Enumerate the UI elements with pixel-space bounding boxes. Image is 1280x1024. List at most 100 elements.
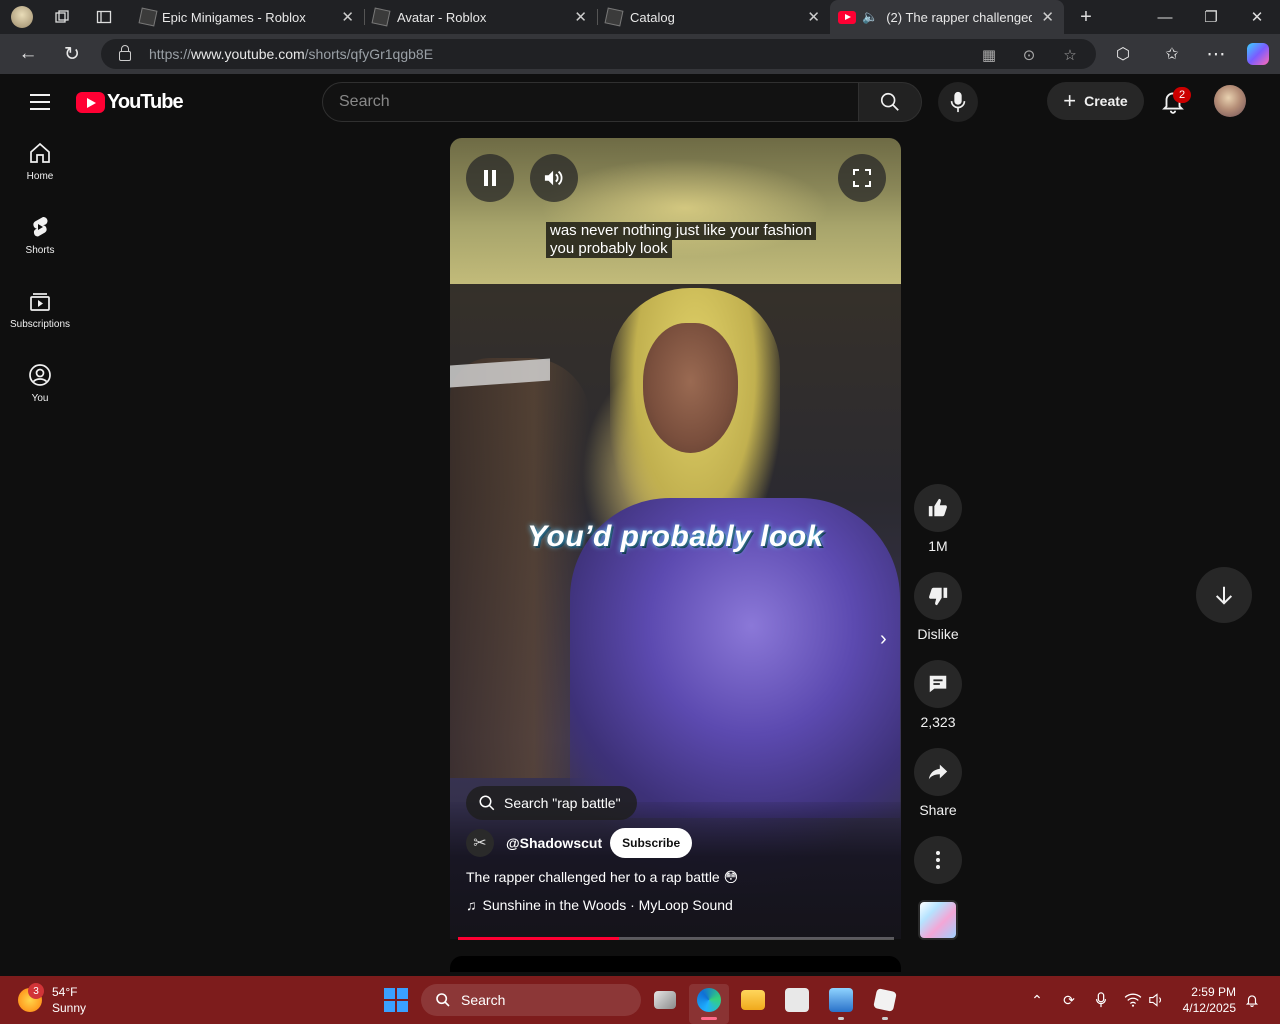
microphone-tray-icon[interactable] [1091,990,1111,1010]
voice-search-button[interactable] [938,82,978,122]
music-note-icon: ♫ [466,897,477,913]
search-icon [436,993,450,1007]
close-icon[interactable]: ✕ [574,8,587,26]
new-tab-icon[interactable]: + [1074,5,1098,29]
share-action[interactable]: Share [912,748,964,818]
favorites-icon[interactable]: ✩ [1158,40,1186,68]
back-icon[interactable]: ← [14,40,42,68]
photos-app-icon[interactable] [821,984,861,1024]
more-options-button[interactable] [914,836,962,884]
subscriptions-icon [30,292,50,311]
video-progress-bar[interactable] [458,937,894,940]
comment-count: 2,323 [920,714,956,730]
tab-catalog[interactable]: Catalog ✕ [598,0,830,34]
url-scheme: https:// [149,46,192,62]
search-suggestion-chip[interactable]: Search "rap battle" [466,786,637,820]
roblox-studio-icon[interactable] [865,984,905,1024]
favorite-star-icon[interactable]: ☆ [1059,44,1081,66]
weather-widget[interactable]: 3 54°F Sunny [18,983,86,1016]
notifications-tray-icon[interactable] [1242,990,1262,1010]
like-action[interactable]: 1M [912,484,964,554]
channel-handle[interactable]: @Shadowscut [506,835,602,851]
comments-button[interactable] [914,660,962,708]
taskbar-search[interactable]: Search [421,984,641,1016]
pause-button[interactable] [466,154,514,202]
sound-link[interactable]: ♫ Sunshine in the Woods · MyLoop Sound [466,897,733,913]
copilot-icon[interactable] [1244,40,1272,68]
system-clock[interactable]: 2:59 PM 4/12/2025 [1176,984,1236,1016]
chevron-up-icon[interactable]: ⌃ [1027,990,1047,1010]
weather-temp: 54°F [52,985,78,999]
close-icon[interactable]: ✕ [341,8,354,26]
search-button[interactable] [858,82,922,122]
arrow-down-icon [1215,586,1233,605]
dislike-button[interactable] [914,572,962,620]
restore-icon[interactable]: ❐ [1188,0,1234,34]
url-field[interactable]: https://www.youtube.com/shorts/qfyGr1qgb… [101,39,1096,69]
account-avatar[interactable] [1214,85,1246,117]
lock-icon[interactable] [119,45,131,61]
search-icon [479,795,495,811]
volume-button[interactable] [530,154,578,202]
settings-more-icon[interactable]: ⋯ [1202,40,1230,68]
file-explorer-icon[interactable] [733,984,773,1024]
roblox-icon [604,7,624,27]
shorts-video-player[interactable]: was never nothing just like your fashion… [450,138,901,939]
fullscreen-icon [853,169,871,187]
next-video-button[interactable] [1196,567,1252,623]
more-tools-icon[interactable]: ⊙ [1018,44,1040,66]
sidebar-item-shorts[interactable]: Shorts [4,198,76,272]
tab-actions-icon[interactable] [92,5,116,29]
close-icon[interactable]: ✕ [1041,8,1054,26]
user-icon [29,363,51,386]
share-button[interactable] [914,748,962,796]
refresh-icon[interactable]: ↻ [58,40,86,68]
dislike-action[interactable]: Dislike [912,572,964,642]
sync-icon[interactable]: ⟳ [1059,990,1079,1010]
app-available-icon[interactable]: ▦ [978,44,1000,66]
thumbs-up-icon [928,498,947,517]
tab-avatar[interactable]: Avatar - Roblox ✕ [365,0,597,34]
like-button[interactable] [914,484,962,532]
search-input[interactable]: Search [322,82,860,122]
video-title[interactable]: The rapper challenged her to a rap battl… [466,869,738,886]
sidebar-item-subscriptions[interactable]: Subscriptions [4,272,76,346]
sound-name: Sunshine in the Woods · MyLoop Sound [482,897,733,913]
pause-icon [484,170,496,186]
tab-title-youtube: (2) The rapper challenged h [886,9,1033,25]
comment-action[interactable]: 2,323 [912,660,964,730]
close-icon[interactable]: ✕ [807,8,820,26]
profile-avatar-icon[interactable] [10,5,34,29]
dislike-label: Dislike [917,626,959,642]
tab-epic-minigames[interactable]: Epic Minigames - Roblox ✕ [132,0,364,34]
chevron-right-icon[interactable]: › [880,628,887,651]
window-close-icon[interactable]: ✕ [1234,0,1280,34]
tab-youtube-active[interactable]: 🔈 (2) The rapper challenged h ✕ [830,0,1064,34]
speaker-icon[interactable]: 🔈 [862,9,878,25]
weather-badge: 3 [28,983,44,999]
more-action[interactable] [912,836,964,884]
tab-title-avatar: Avatar - Roblox [397,9,487,25]
volume-tray-icon[interactable] [1147,990,1167,1010]
youtube-logo[interactable]: YouTube [76,91,184,114]
task-view-icon[interactable] [645,984,685,1024]
sound-thumbnail[interactable] [918,900,958,940]
microphone-icon [950,91,966,113]
channel-avatar[interactable]: ✂ [466,829,494,857]
subscribe-button[interactable]: Subscribe [610,828,693,858]
start-button-windows-icon[interactable] [384,988,408,1012]
sidebar-item-you[interactable]: You [4,346,76,420]
video-progress-fill [458,937,620,940]
sidebar-item-home[interactable]: Home [4,124,76,198]
edge-browser-icon[interactable] [689,984,729,1024]
create-button[interactable]: + Create [1047,82,1144,120]
workspaces-icon[interactable] [50,5,74,29]
minimize-icon[interactable]: — [1142,0,1188,34]
extensions-icon[interactable]: ⬡ [1109,40,1137,68]
wifi-icon[interactable] [1123,990,1143,1010]
hamburger-menu-icon[interactable] [30,94,50,110]
comment-icon [929,675,947,693]
fullscreen-button[interactable] [838,154,886,202]
next-video-peek[interactable] [450,956,901,972]
roblox-app-icon[interactable] [777,984,817,1024]
